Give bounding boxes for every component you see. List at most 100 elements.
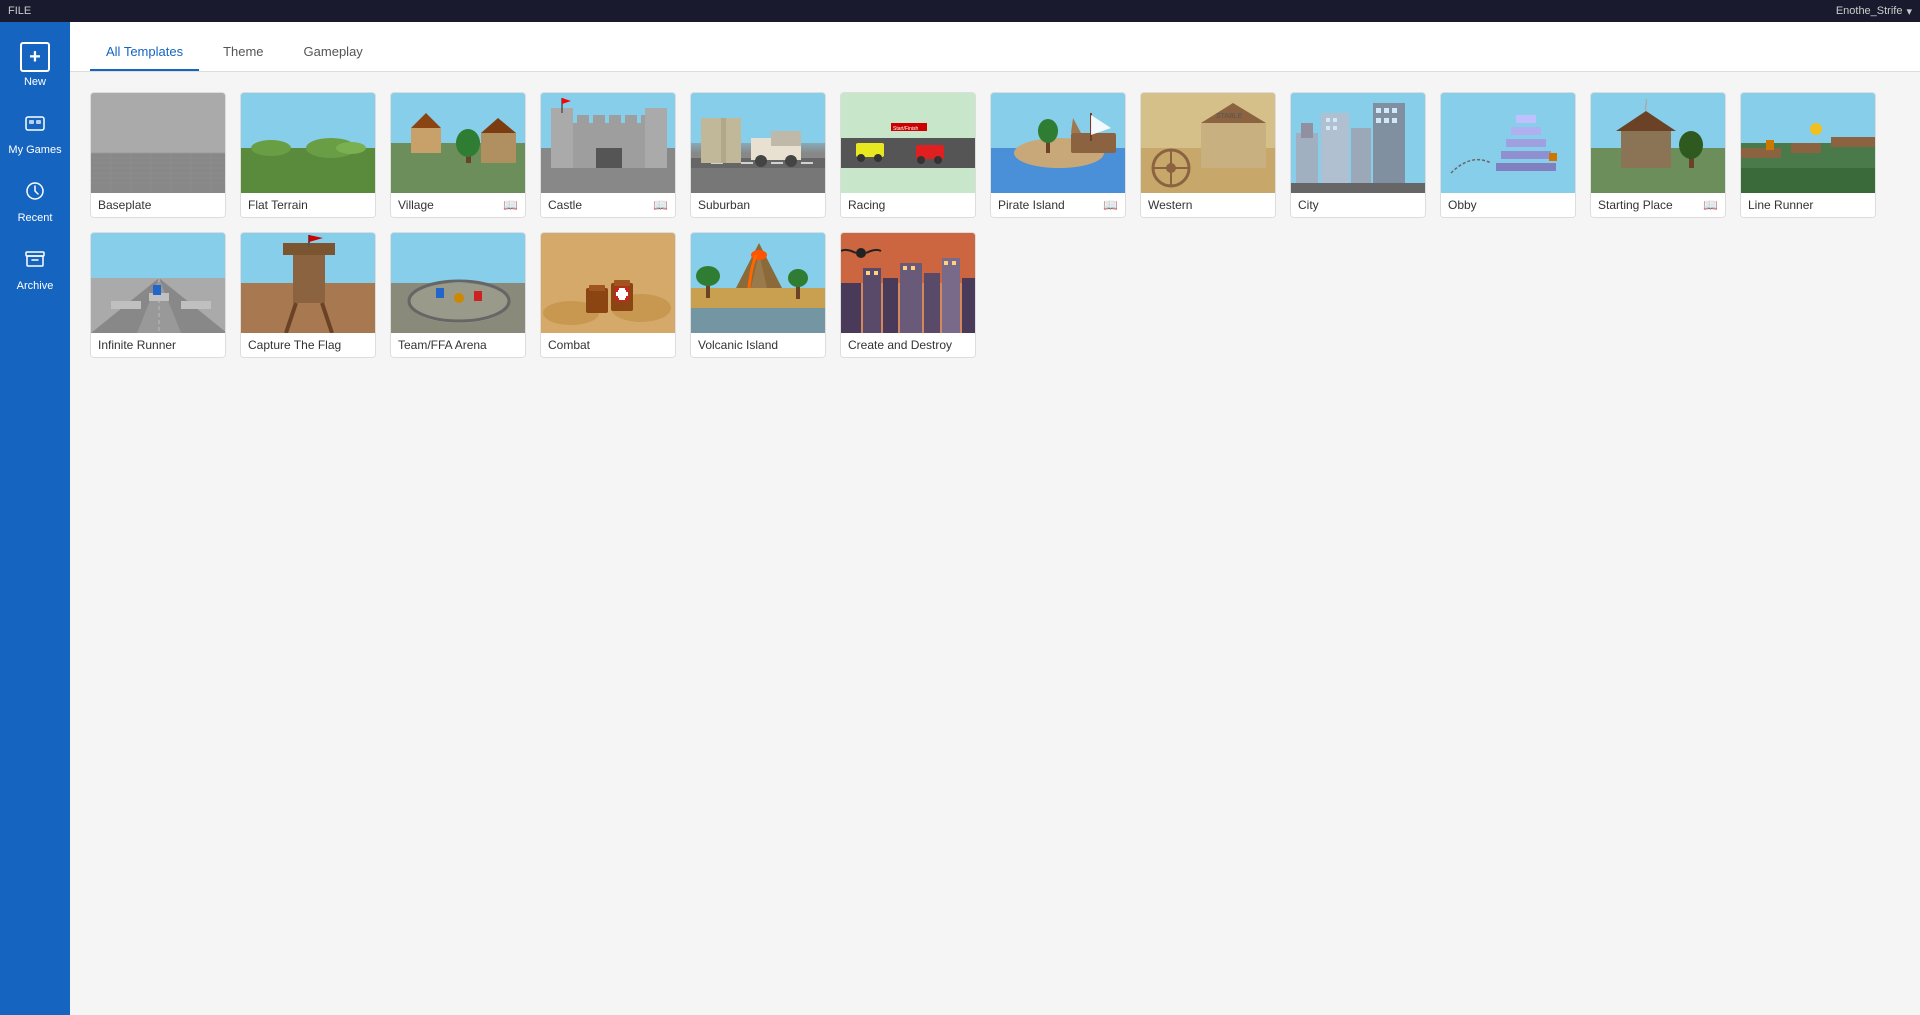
- template-name-western: Western: [1148, 198, 1192, 212]
- template-thumb-suburban: [691, 93, 826, 193]
- template-thumb-starting-place: [1591, 93, 1726, 193]
- tab-gameplay[interactable]: Gameplay: [288, 34, 379, 71]
- svg-text:Start/Finish: Start/Finish: [893, 126, 919, 132]
- template-name-baseplate: Baseplate: [98, 198, 151, 212]
- template-name-capture-the-flag: Capture The Flag: [248, 338, 341, 352]
- template-thumb-city: [1291, 93, 1426, 193]
- template-label-team-ffa-arena: Team/FFA Arena: [391, 333, 525, 357]
- template-label-infinite-runner: Infinite Runner: [91, 333, 225, 357]
- sidebar: + New My Games Recent: [0, 22, 70, 1015]
- template-card-flat-terrain[interactable]: Flat Terrain: [240, 92, 376, 218]
- template-card-infinite-runner[interactable]: Infinite Runner: [90, 232, 226, 358]
- template-name-volcanic-island: Volcanic Island: [698, 338, 778, 352]
- tab-all-templates[interactable]: All Templates: [90, 34, 199, 71]
- book-icon-village: 📖: [503, 198, 518, 212]
- sidebar-item-my-games-label: My Games: [8, 144, 61, 156]
- template-card-volcanic-island[interactable]: Volcanic Island: [690, 232, 826, 358]
- template-label-obby: Obby: [1441, 193, 1575, 217]
- template-thumb-castle: [541, 93, 676, 193]
- template-name-combat: Combat: [548, 338, 590, 352]
- template-name-flat-terrain: Flat Terrain: [248, 198, 308, 212]
- template-label-western: Western: [1141, 193, 1275, 217]
- template-name-starting-place: Starting Place: [1598, 198, 1673, 212]
- template-card-create-and-destroy[interactable]: Create and Destroy: [840, 232, 976, 358]
- template-label-village: Village 📖: [391, 193, 525, 217]
- games-icon: [24, 112, 46, 140]
- template-thumb-line-runner: [1741, 93, 1876, 193]
- template-card-team-ffa-arena[interactable]: Team/FFA Arena: [390, 232, 526, 358]
- template-card-western[interactable]: STABLE Western: [1140, 92, 1276, 218]
- template-label-suburban: Suburban: [691, 193, 825, 217]
- template-label-pirate-island: Pirate Island 📖: [991, 193, 1125, 217]
- template-thumb-infinite-runner: [91, 233, 226, 333]
- template-thumb-flat-terrain: [241, 93, 376, 193]
- book-icon-pirate-island: 📖: [1103, 198, 1118, 212]
- sidebar-item-new[interactable]: + New: [0, 34, 70, 96]
- top-bar: FILE Enothe_Strife ▾: [0, 0, 1920, 22]
- book-icon-starting-place: 📖: [1703, 198, 1718, 212]
- template-label-racing: Racing: [841, 193, 975, 217]
- template-label-flat-terrain: Flat Terrain: [241, 193, 375, 217]
- template-card-capture-the-flag[interactable]: Capture The Flag: [240, 232, 376, 358]
- template-label-combat: Combat: [541, 333, 675, 357]
- sidebar-item-my-games[interactable]: My Games: [0, 104, 70, 164]
- template-label-line-runner: Line Runner: [1741, 193, 1875, 217]
- template-thumb-capture-flag: [241, 233, 376, 333]
- template-thumb-obby: [1441, 93, 1576, 193]
- template-card-starting-place[interactable]: Starting Place 📖: [1590, 92, 1726, 218]
- svg-text:STABLE: STABLE: [1216, 113, 1243, 120]
- username-label: Enothe_Strife: [1836, 5, 1903, 17]
- sidebar-item-archive[interactable]: Archive: [0, 240, 70, 300]
- template-card-combat[interactable]: Combat: [540, 232, 676, 358]
- templates-area: Baseplate: [70, 72, 1920, 1015]
- template-card-line-runner[interactable]: Line Runner: [1740, 92, 1876, 218]
- template-card-obby[interactable]: Obby: [1440, 92, 1576, 218]
- template-thumb-village: [391, 93, 526, 193]
- template-card-village[interactable]: Village 📖: [390, 92, 526, 218]
- template-thumb-western: STABLE: [1141, 93, 1276, 193]
- template-card-baseplate[interactable]: Baseplate: [90, 92, 226, 218]
- template-thumb-pirate-island: [991, 93, 1126, 193]
- book-icon-castle: 📖: [653, 198, 668, 212]
- template-label-capture-the-flag: Capture The Flag: [241, 333, 375, 357]
- new-icon: +: [20, 42, 50, 72]
- user-info[interactable]: Enothe_Strife ▾: [1836, 5, 1912, 18]
- sidebar-item-new-label: New: [24, 76, 46, 88]
- template-thumb-combat: [541, 233, 676, 333]
- template-name-pirate-island: Pirate Island: [998, 198, 1065, 212]
- template-name-infinite-runner: Infinite Runner: [98, 338, 176, 352]
- template-name-castle: Castle: [548, 198, 582, 212]
- template-card-city[interactable]: City: [1290, 92, 1426, 218]
- template-label-starting-place: Starting Place 📖: [1591, 193, 1725, 217]
- sidebar-item-archive-label: Archive: [17, 280, 54, 292]
- template-name-line-runner: Line Runner: [1748, 198, 1813, 212]
- recent-icon: [24, 180, 46, 208]
- template-name-create-and-destroy: Create and Destroy: [848, 338, 952, 352]
- template-thumb-create-and-destroy: [841, 233, 976, 333]
- archive-icon: [24, 248, 46, 276]
- templates-grid: Baseplate: [90, 92, 1900, 358]
- template-thumb-racing: Start/Finish: [841, 93, 976, 193]
- template-label-create-and-destroy: Create and Destroy: [841, 333, 975, 357]
- template-name-city: City: [1298, 198, 1319, 212]
- template-label-city: City: [1291, 193, 1425, 217]
- template-name-village: Village: [398, 198, 434, 212]
- template-label-volcanic-island: Volcanic Island: [691, 333, 825, 357]
- chevron-down-icon: ▾: [1906, 5, 1912, 18]
- template-card-pirate-island[interactable]: Pirate Island 📖: [990, 92, 1126, 218]
- tab-theme[interactable]: Theme: [207, 34, 279, 71]
- template-label-baseplate: Baseplate: [91, 193, 225, 217]
- tab-bar: All Templates Theme Gameplay: [70, 22, 1920, 72]
- template-thumb-team-ffa: [391, 233, 526, 333]
- template-card-suburban[interactable]: Suburban: [690, 92, 826, 218]
- template-name-obby: Obby: [1448, 198, 1477, 212]
- template-thumb-baseplate: [91, 93, 226, 193]
- template-name-suburban: Suburban: [698, 198, 750, 212]
- file-menu[interactable]: FILE: [8, 5, 31, 17]
- template-label-castle: Castle 📖: [541, 193, 675, 217]
- template-thumb-volcanic: [691, 233, 826, 333]
- sidebar-item-recent[interactable]: Recent: [0, 172, 70, 232]
- template-card-racing[interactable]: Start/Finish Racing: [840, 92, 976, 218]
- sidebar-item-recent-label: Recent: [18, 212, 53, 224]
- template-card-castle[interactable]: Castle 📖: [540, 92, 676, 218]
